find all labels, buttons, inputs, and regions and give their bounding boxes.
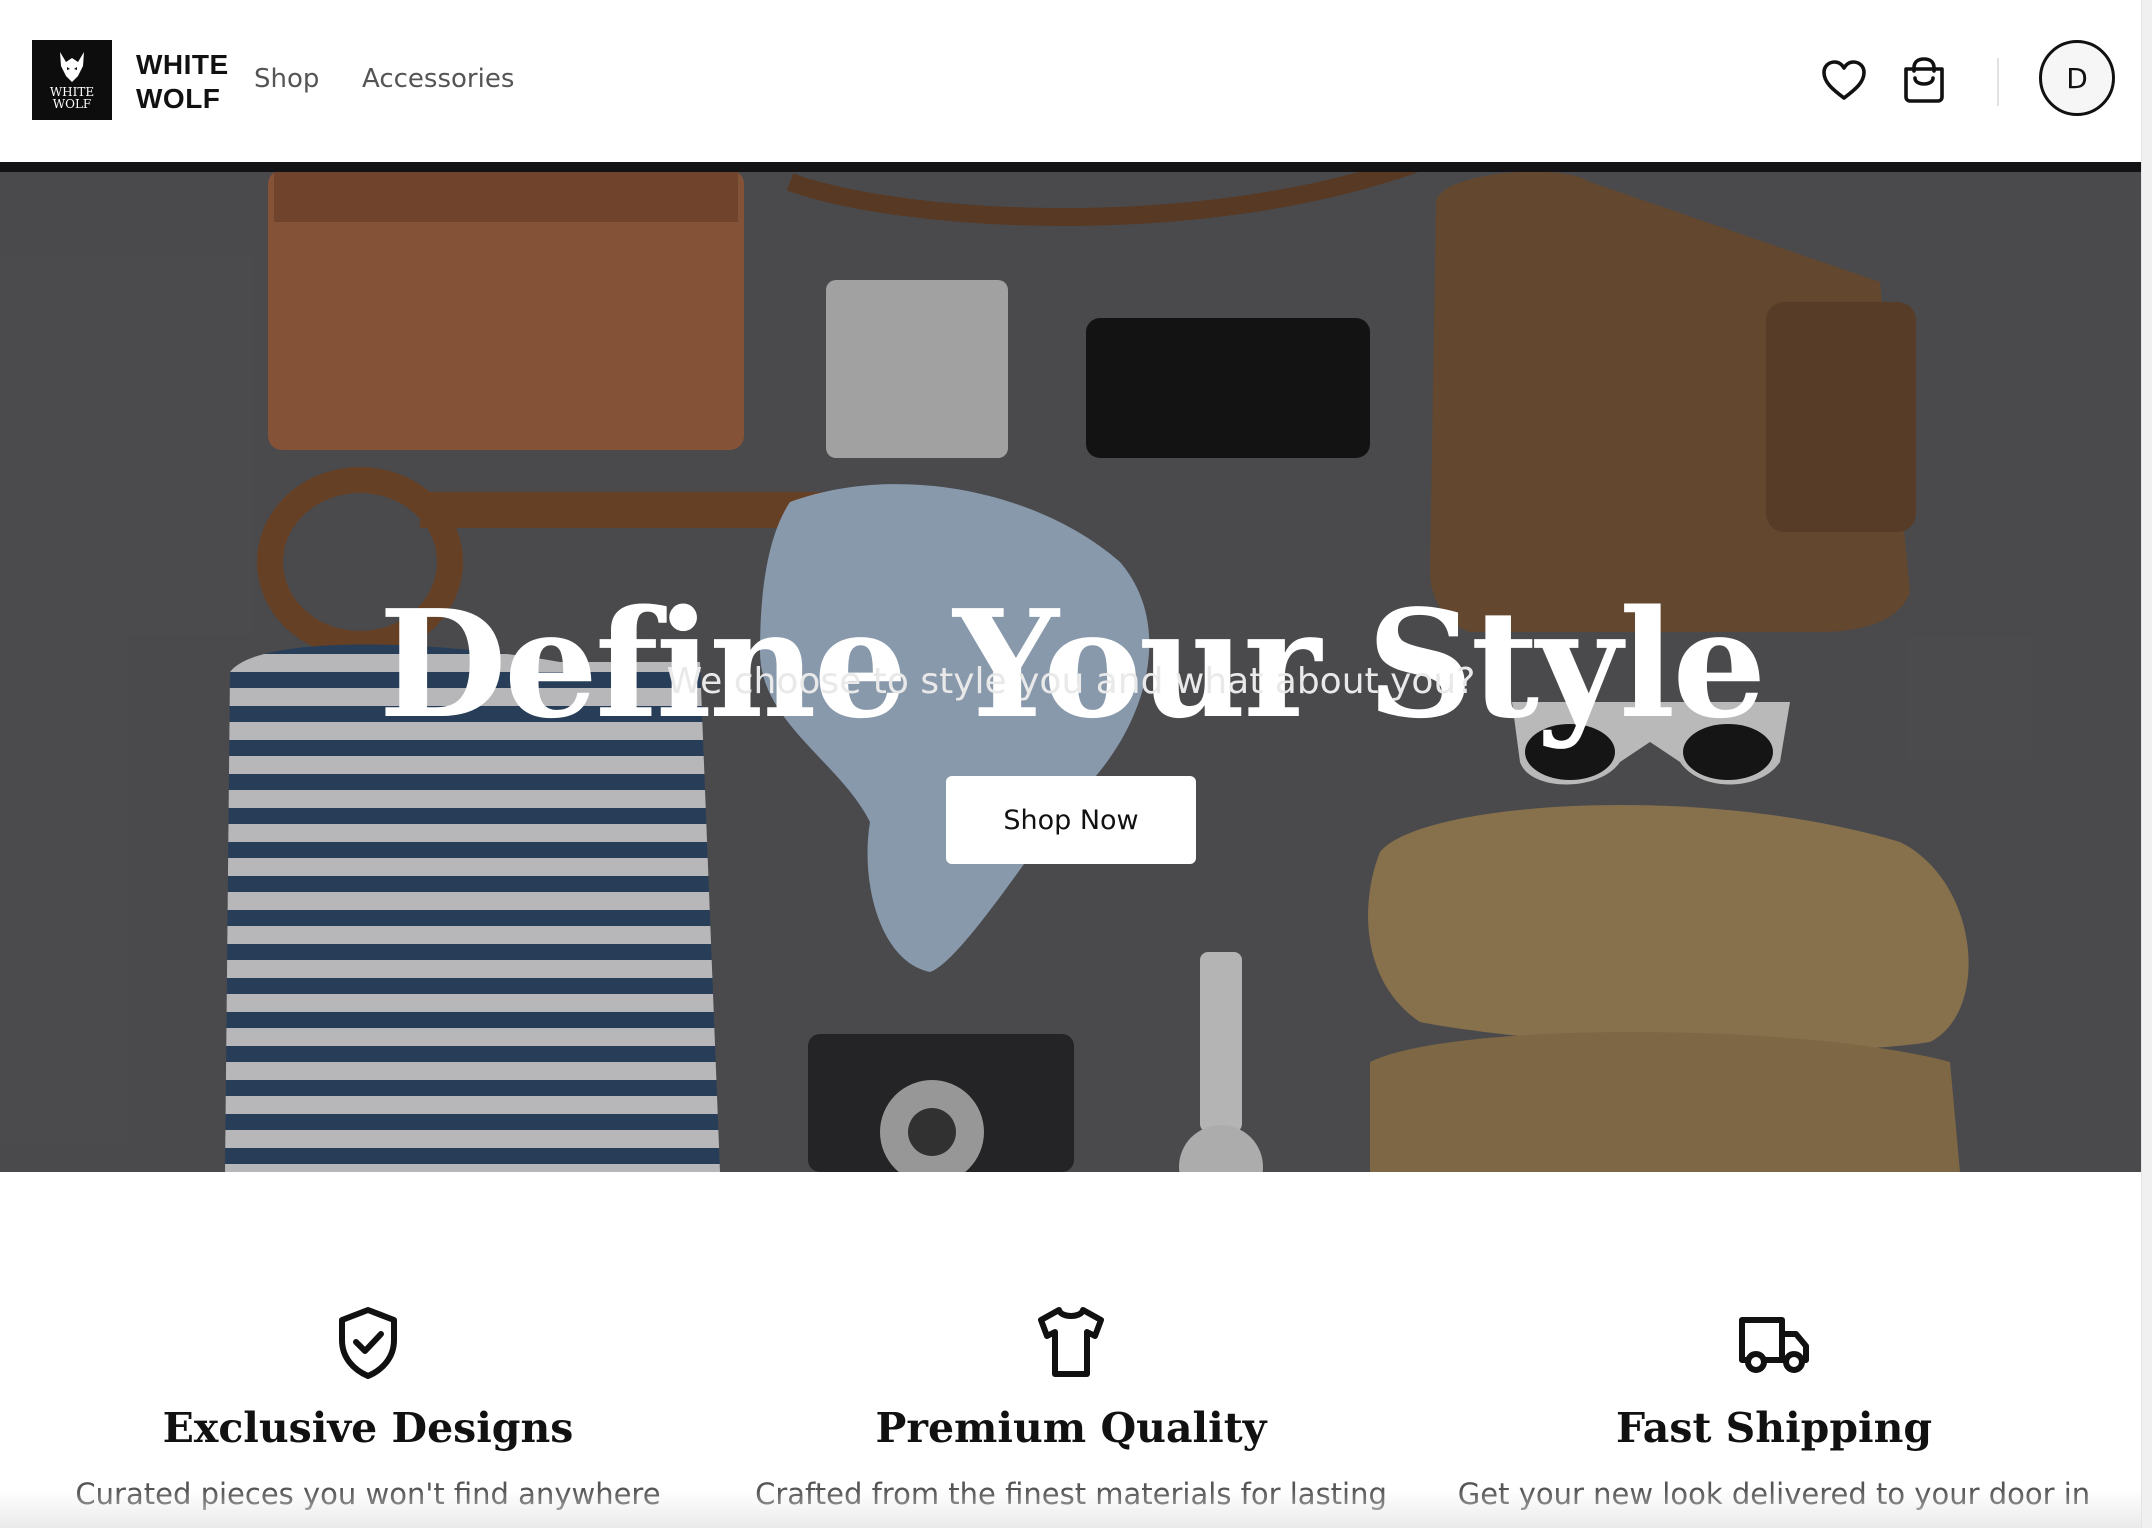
feature-fast-shipping: Fast Shipping Get your new look delivere…: [1424, 1302, 2124, 1514]
feature-premium-quality: Premium Quality Crafted from the finest …: [721, 1302, 1421, 1514]
user-avatar[interactable]: D: [2039, 40, 2115, 116]
feature-title: Exclusive Designs: [162, 1404, 574, 1452]
shop-now-button[interactable]: Shop Now: [946, 776, 1196, 864]
feature-exclusive-designs: Exclusive Designs Curated pieces you won…: [18, 1302, 718, 1514]
logo-text-line2: WOLF: [52, 97, 92, 111]
hero-subtitle: We choose to style you and what about yo…: [666, 661, 1476, 702]
brand-line2: WOLF: [136, 83, 221, 114]
brand-name[interactable]: WHITE WOLF: [136, 48, 229, 116]
feature-title: Premium Quality: [875, 1404, 1267, 1452]
wolf-icon: [60, 52, 84, 82]
cart-button[interactable]: [1896, 52, 1952, 108]
logo[interactable]: WHITE WOLF: [32, 40, 112, 120]
truck-icon: [1739, 1317, 1809, 1373]
page-scrollbar[interactable]: [2141, 0, 2152, 1528]
header-divider: [1997, 58, 1999, 106]
bottom-fade: [0, 1490, 2142, 1528]
hero-banner: Define Your Style We choose to style you…: [0, 162, 2142, 1172]
site-header: WHITE WOLF WHITE WOLF Shop Accessories D: [0, 0, 2142, 162]
logo-text: WHITE WOLF: [50, 86, 94, 110]
nav-shop[interactable]: Shop: [254, 62, 319, 96]
tshirt-icon: [1038, 1307, 1104, 1377]
heart-icon: [1822, 60, 1866, 100]
features-section: Exclusive Designs Curated pieces you won…: [0, 1172, 2142, 1528]
nav-accessories[interactable]: Accessories: [362, 62, 514, 96]
feature-title: Fast Shipping: [1615, 1404, 1933, 1452]
shield-check-icon: [339, 1307, 397, 1379]
brand-line1: WHITE: [136, 49, 229, 80]
hero-top-border: [0, 162, 2142, 172]
wishlist-button[interactable]: [1816, 52, 1872, 108]
shopping-bag-icon: [1904, 57, 1944, 103]
